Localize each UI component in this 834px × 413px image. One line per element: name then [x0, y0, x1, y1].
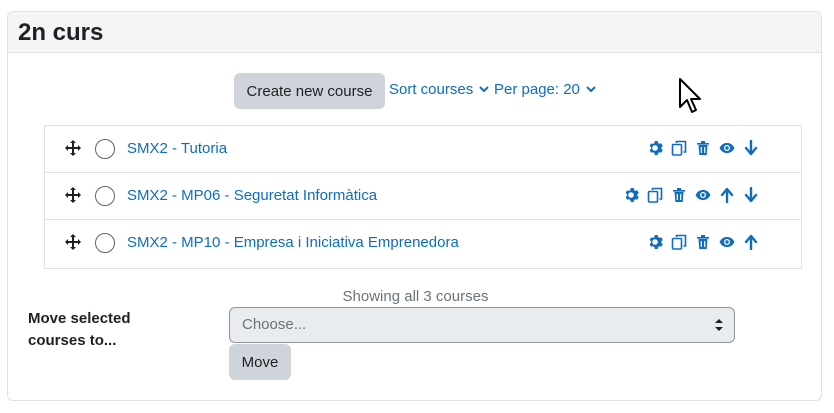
move-target-select[interactable]: Choose...	[229, 307, 735, 343]
gear-icon[interactable]	[647, 140, 663, 156]
move-selected-label: Move selected courses to...	[28, 310, 131, 349]
select-arrows-icon	[715, 319, 723, 331]
sort-courses-label: Sort courses	[389, 81, 474, 98]
per-page-dropdown[interactable]: Per page: 20	[494, 81, 596, 98]
course-link[interactable]: SMX2 - Tutoria	[127, 140, 227, 157]
eye-icon[interactable]	[719, 140, 735, 156]
eye-icon[interactable]	[719, 234, 735, 250]
course-checkbox[interactable]	[95, 186, 115, 206]
eye-icon[interactable]	[695, 187, 711, 203]
chevron-down-icon	[586, 86, 596, 93]
showing-count-text: Showing all 3 courses	[342, 288, 489, 305]
course-checkbox[interactable]	[95, 233, 115, 253]
course-actions	[647, 234, 759, 250]
arrow-down-icon[interactable]	[743, 187, 759, 203]
sort-courses-dropdown[interactable]: Sort courses	[389, 81, 489, 98]
gear-icon[interactable]	[623, 187, 639, 203]
trash-icon[interactable]	[671, 187, 687, 203]
move-button[interactable]: Move	[229, 344, 291, 380]
course-row: SMX2 - MP10 - Empresa i Iniciativa Empre…	[45, 220, 801, 267]
card-header: 2n curs	[8, 12, 821, 53]
move-icon[interactable]	[65, 234, 81, 250]
course-actions	[623, 187, 759, 203]
arrow-up-icon[interactable]	[743, 234, 759, 250]
move-icon[interactable]	[65, 140, 81, 156]
arrow-up-icon[interactable]	[719, 187, 735, 203]
gear-icon[interactable]	[647, 234, 663, 250]
per-page-label: Per page: 20	[494, 81, 580, 98]
move-icon[interactable]	[65, 187, 81, 203]
course-checkbox[interactable]	[95, 139, 115, 159]
course-row: SMX2 - MP06 - Seguretat Informàtica	[45, 173, 801, 220]
course-link[interactable]: SMX2 - MP10 - Empresa i Iniciativa Empre…	[127, 234, 459, 251]
create-course-button[interactable]: Create new course	[234, 73, 385, 109]
mouse-cursor-icon	[679, 78, 701, 113]
course-list: SMX2 - Tutoria SMX2 - MP06 - Seguretat I…	[44, 125, 802, 269]
copy-icon[interactable]	[671, 140, 687, 156]
course-row: SMX2 - Tutoria	[45, 126, 801, 173]
arrow-down-icon[interactable]	[743, 140, 759, 156]
chevron-down-icon	[479, 86, 489, 93]
course-actions	[647, 140, 759, 156]
copy-icon[interactable]	[647, 187, 663, 203]
trash-icon[interactable]	[695, 234, 711, 250]
select-placeholder: Choose...	[242, 316, 307, 333]
trash-icon[interactable]	[695, 140, 711, 156]
course-link[interactable]: SMX2 - MP06 - Seguretat Informàtica	[127, 187, 377, 204]
copy-icon[interactable]	[671, 234, 687, 250]
page-title: 2n curs	[18, 19, 104, 46]
category-card: 2n curs Create new course Sort courses P…	[7, 11, 822, 401]
